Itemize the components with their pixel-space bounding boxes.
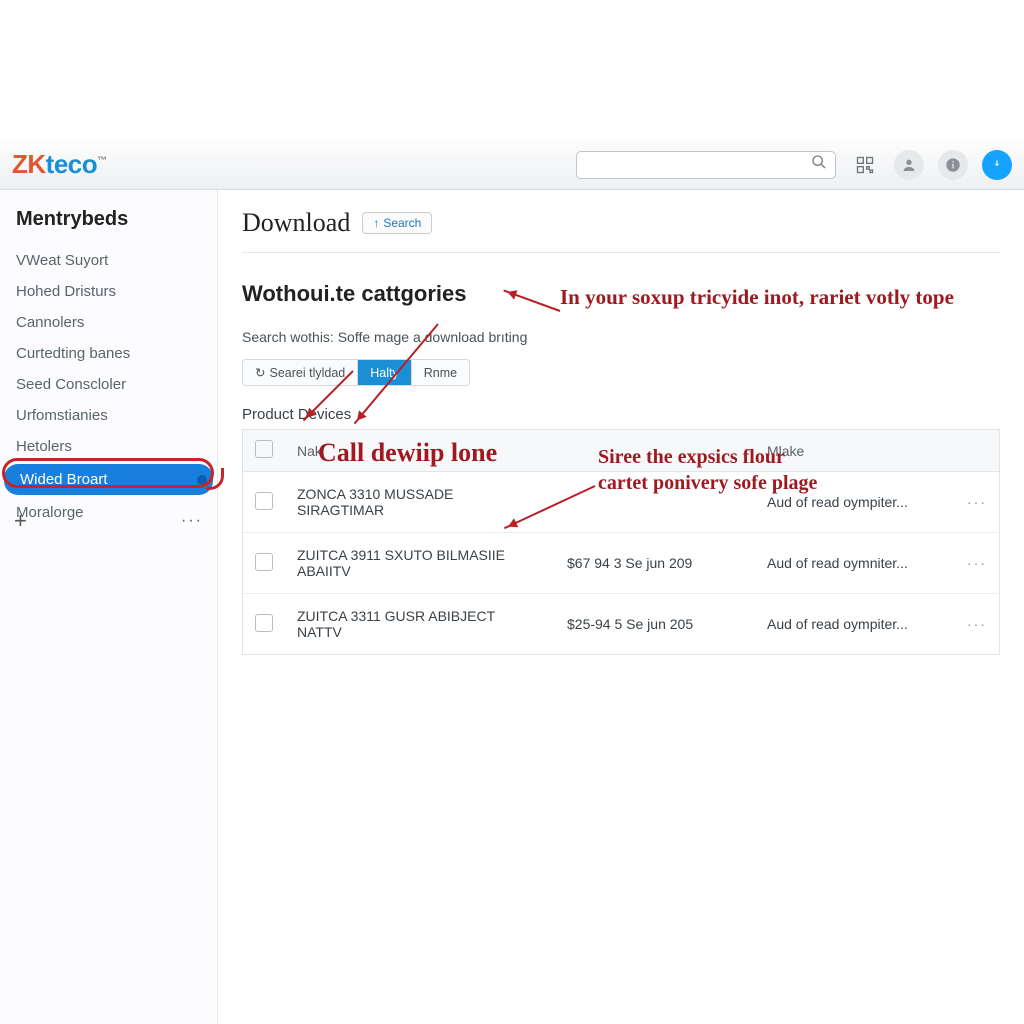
filter-tabs: ↻ Searei tlyldad Halty Rnme bbox=[242, 359, 470, 386]
sidebar-item-7[interactable]: Wided Broart bbox=[4, 464, 213, 495]
sidebar-add-button[interactable]: + bbox=[14, 508, 27, 534]
sidebar-item-1[interactable]: Hohed Dristurs bbox=[0, 276, 217, 307]
section-title: Wothoui.te cattgories bbox=[242, 281, 1000, 307]
sidebar: Mentrybeds VWeat Suyort Hohed Dristurs C… bbox=[0, 190, 218, 1024]
top-bar: ZKteco™ bbox=[0, 140, 1024, 190]
brand-logo: ZKteco™ bbox=[12, 149, 107, 180]
refresh-icon: ↻ bbox=[255, 365, 265, 380]
cell-name: ZUITCA 3911 SXUTO BILMASIIE ABAIITV bbox=[285, 533, 555, 594]
cell-mid: $25-94 5 Se jun 205 bbox=[555, 594, 755, 655]
global-search-input[interactable] bbox=[585, 157, 805, 173]
logo-tm: ™ bbox=[97, 155, 107, 166]
download-icon[interactable] bbox=[982, 150, 1012, 180]
row-more-button[interactable]: ··· bbox=[967, 616, 987, 632]
table-title: Product Devices bbox=[242, 406, 1000, 423]
cell-name: ZUITCA 3311 GUSR ABIBJECT NATTV bbox=[285, 594, 555, 655]
search-note: Search wothis: Soffe mage a download brı… bbox=[242, 329, 1000, 345]
table-row[interactable]: ZUITCA 3311 GUSR ABIBJECT NATTV $25-94 5… bbox=[243, 594, 1000, 655]
global-search[interactable] bbox=[576, 151, 836, 179]
table-row[interactable]: ZUITCA 3911 SXUTO BILMASIIE ABAIITV $67 … bbox=[243, 533, 1000, 594]
search-note-label: Search wothis: bbox=[242, 329, 334, 345]
up-arrow-icon: ↑ bbox=[373, 216, 379, 230]
sidebar-item-label: VWeat Suyort bbox=[16, 252, 108, 269]
col-nak[interactable]: Nak bbox=[285, 430, 555, 472]
cell-make: Aud of read oympiter... bbox=[755, 594, 955, 655]
tab-label: Halty bbox=[370, 366, 398, 380]
sidebar-item-label: Curtedting banes bbox=[16, 345, 130, 362]
cell-mid: $67 94 3 Se jun 209 bbox=[555, 533, 755, 594]
sidebar-more-button[interactable]: ··· bbox=[181, 512, 203, 530]
tab-rnme[interactable]: Rnme bbox=[412, 360, 469, 385]
sidebar-item-label: Hetolers bbox=[16, 438, 72, 455]
row-checkbox[interactable] bbox=[255, 553, 273, 571]
logo-letter: K bbox=[27, 149, 45, 179]
sidebar-item-label: Urfomstianies bbox=[16, 407, 108, 424]
devices-table: Nak Mlake ZONCA 3310 MUSSADE SIRAGTIMAR … bbox=[242, 429, 1000, 655]
main-content: Download ↑ Search Wothoui.te cattgories … bbox=[218, 190, 1024, 673]
sidebar-item-label: Cannolers bbox=[16, 314, 84, 331]
sidebar-item-label: Wided Broart bbox=[20, 471, 108, 488]
row-checkbox[interactable] bbox=[255, 614, 273, 632]
sidebar-item-3[interactable]: Curtedting banes bbox=[0, 338, 217, 369]
tab-halty[interactable]: Halty bbox=[358, 360, 411, 385]
sidebar-item-4[interactable]: Seed Conscloler bbox=[0, 369, 217, 400]
tab-label: Rnme bbox=[424, 366, 457, 380]
row-more-button[interactable]: ··· bbox=[967, 494, 987, 510]
cell-mid bbox=[555, 472, 755, 533]
page-title: Download bbox=[242, 208, 350, 238]
tab-label: Searei tlyldad bbox=[269, 366, 345, 380]
sidebar-item-6[interactable]: Hetolers bbox=[0, 431, 217, 462]
search-icon[interactable] bbox=[811, 154, 827, 175]
sidebar-item-label: Seed Conscloler bbox=[16, 376, 126, 393]
cell-make: Aud of read oymniter... bbox=[755, 533, 955, 594]
info-icon[interactable] bbox=[938, 150, 968, 180]
sidebar-item-label: Hohed Dristurs bbox=[16, 283, 116, 300]
cell-make: Aud of read oympiter... bbox=[755, 472, 955, 533]
select-all-checkbox[interactable] bbox=[255, 440, 273, 458]
cell-name: ZONCA 3310 MUSSADE SIRAGTIMAR bbox=[285, 472, 555, 533]
page-header: Download ↑ Search bbox=[242, 208, 1000, 253]
tab-search[interactable]: ↻ Searei tlyldad bbox=[243, 360, 358, 385]
sidebar-item-0[interactable]: VWeat Suyort bbox=[0, 245, 217, 276]
table-row[interactable]: ZONCA 3310 MUSSADE SIRAGTIMAR Aud of rea… bbox=[243, 472, 1000, 533]
sidebar-title: Mentrybeds bbox=[0, 198, 217, 245]
col-mid bbox=[555, 430, 755, 472]
page-search-label: Search bbox=[383, 216, 421, 230]
page-search-button[interactable]: ↑ Search bbox=[362, 212, 432, 234]
table-header-row: Nak Mlake bbox=[243, 430, 1000, 472]
sidebar-item-2[interactable]: Cannolers bbox=[0, 307, 217, 338]
row-more-button[interactable]: ··· bbox=[967, 555, 987, 571]
search-note-value: Soffe mage a download brıting bbox=[338, 329, 528, 345]
qr-icon[interactable] bbox=[850, 150, 880, 180]
sidebar-item-5[interactable]: Urfomstianies bbox=[0, 400, 217, 431]
sidebar-footer: + ··· bbox=[0, 508, 217, 534]
row-checkbox[interactable] bbox=[255, 492, 273, 510]
user-icon[interactable] bbox=[894, 150, 924, 180]
header-actions bbox=[576, 150, 1012, 180]
logo-letter: teco bbox=[46, 149, 97, 179]
col-actions bbox=[955, 430, 1000, 472]
logo-letter: Z bbox=[12, 149, 27, 179]
col-mlake[interactable]: Mlake bbox=[755, 430, 955, 472]
